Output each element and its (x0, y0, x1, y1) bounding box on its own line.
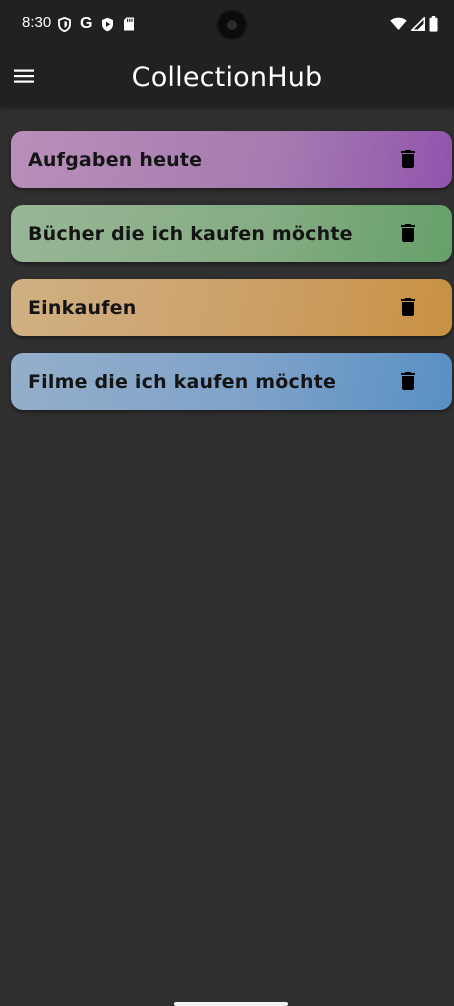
collection-card[interactable]: Filme die ich kaufen möchte (11, 353, 452, 410)
trash-icon (401, 298, 415, 316)
app-screen: 8:30 G CollectionHub Aufgaben heute Büch… (0, 0, 454, 1006)
delete-collection-button[interactable] (396, 221, 420, 245)
status-system-icons (390, 14, 438, 34)
collection-title: Aufgaben heute (28, 149, 203, 171)
delete-collection-button[interactable] (396, 369, 420, 393)
collection-list: Aufgaben heute Bücher die ich kaufen möc… (11, 131, 452, 427)
collection-title: Einkaufen (28, 297, 137, 319)
battery-icon (429, 16, 438, 32)
play-protect-icon (101, 17, 114, 32)
delete-collection-button[interactable] (396, 147, 420, 171)
collection-title: Bücher die ich kaufen möchte (28, 223, 353, 245)
sd-card-icon (123, 17, 135, 31)
collection-title: Filme die ich kaufen möchte (28, 371, 337, 393)
cellular-signal-icon (411, 17, 425, 31)
shield-icon (58, 16, 71, 32)
google-g-icon: G (80, 15, 93, 32)
status-time: 8:30 (22, 14, 52, 31)
collection-card[interactable]: Aufgaben heute (11, 131, 452, 188)
delete-collection-button[interactable] (396, 295, 420, 319)
status-notification-icons: G (58, 14, 135, 34)
collection-card[interactable]: Bücher die ich kaufen möchte (11, 205, 452, 262)
status-bar: 8:30 G (0, 0, 454, 50)
front-camera (216, 9, 248, 41)
trash-icon (401, 372, 415, 390)
app-title: CollectionHub (131, 62, 323, 93)
collection-card[interactable]: Einkaufen (11, 279, 452, 336)
wifi-icon (390, 17, 407, 31)
trash-icon (401, 150, 415, 168)
app-bar: CollectionHub (0, 50, 454, 107)
home-indicator[interactable] (174, 1002, 288, 1006)
trash-icon (401, 224, 415, 242)
